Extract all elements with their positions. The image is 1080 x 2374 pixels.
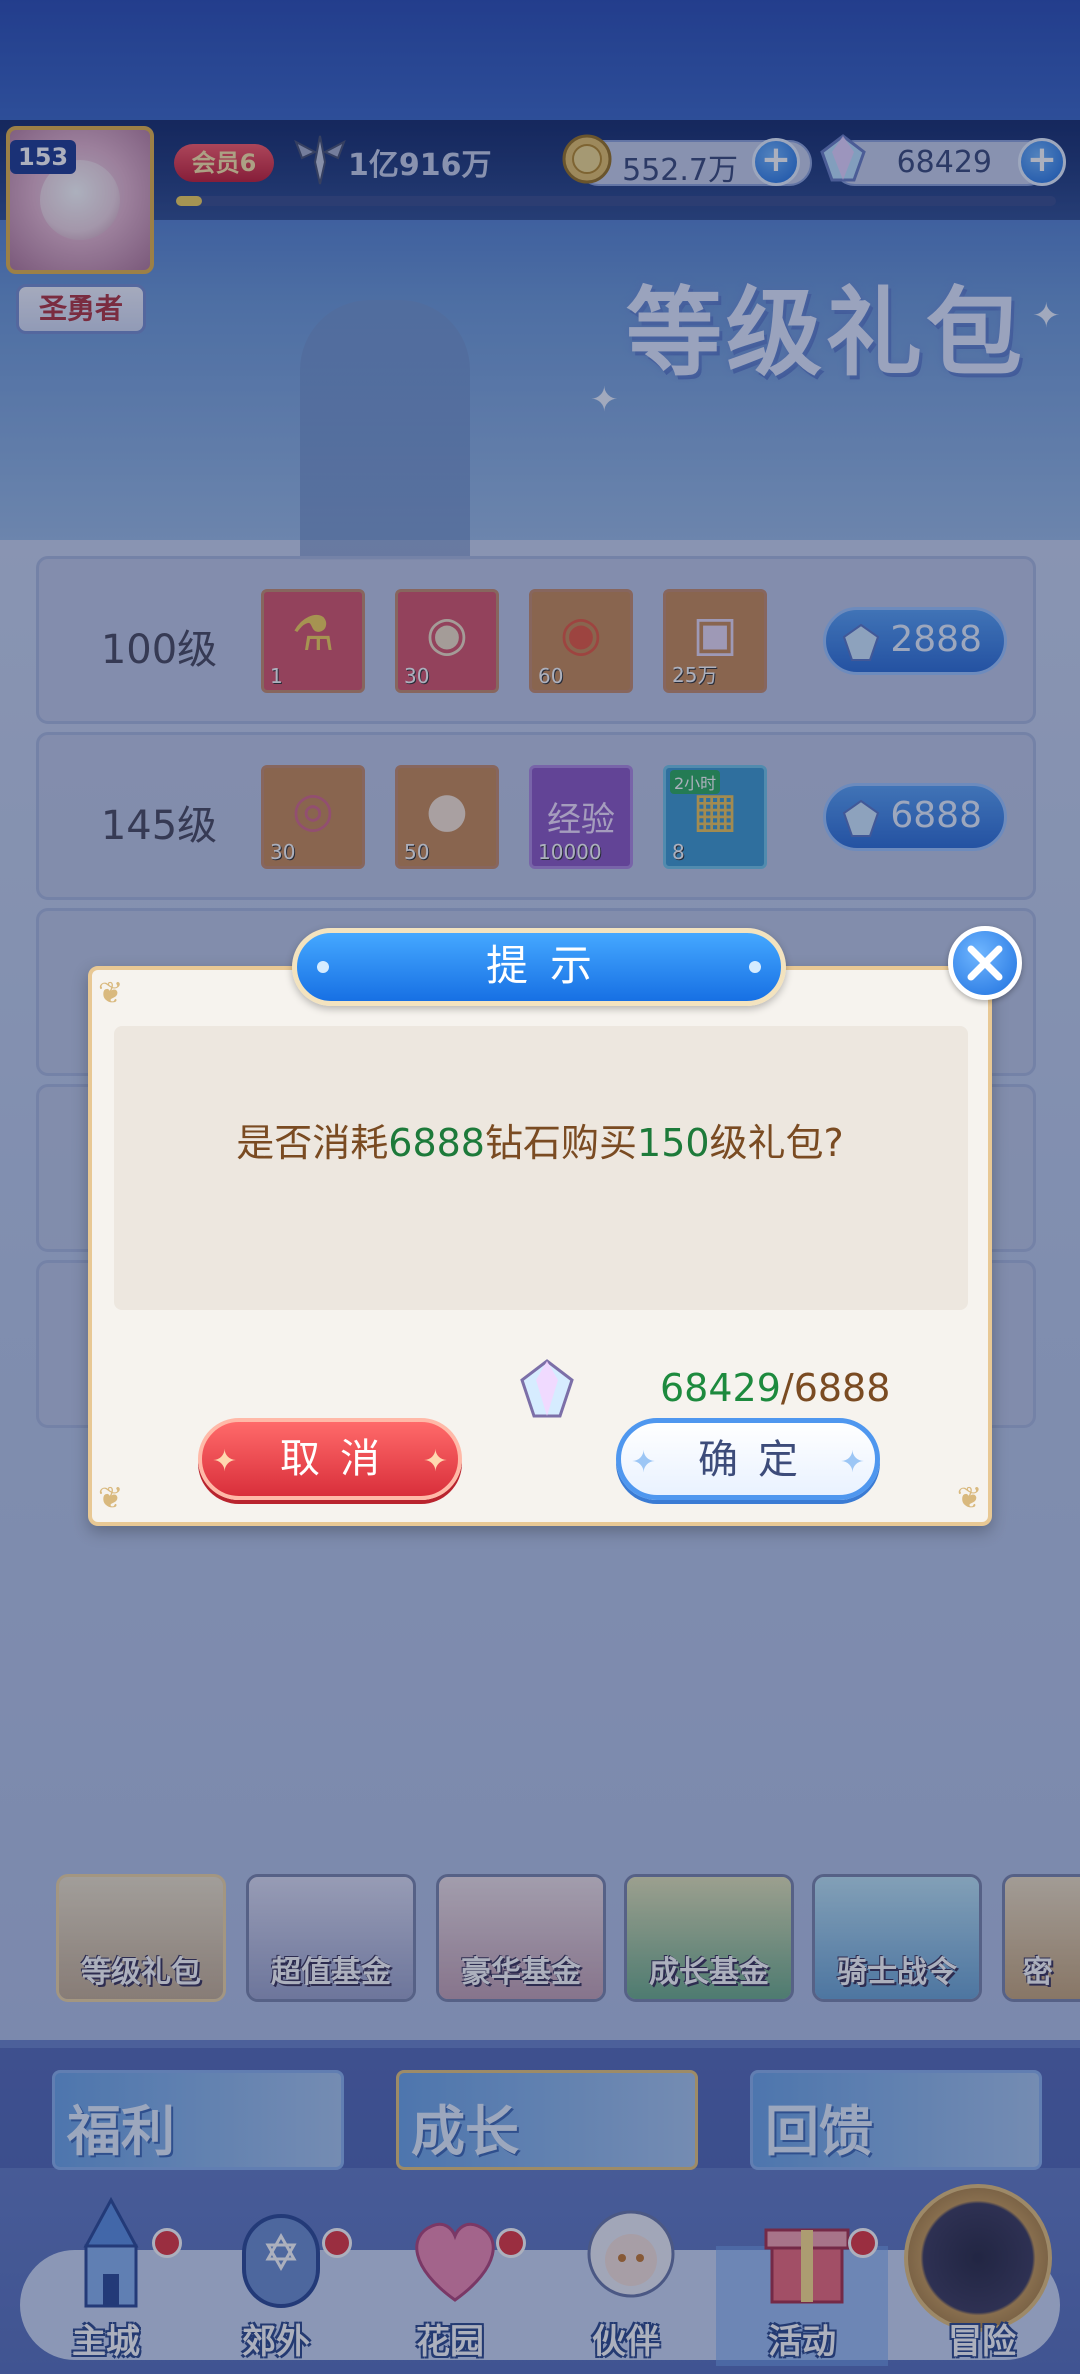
diamond-cost-readout: 68429/6888: [660, 1366, 890, 1410]
message-amount: 6888: [388, 1121, 485, 1165]
dialog-content-panel: [114, 1026, 968, 1310]
cancel-label: 取消: [280, 1436, 400, 1482]
dialog-title-bar: 提示: [292, 928, 786, 1006]
dialog-title: 提示: [485, 941, 614, 990]
diamond-icon: [520, 1359, 574, 1418]
diamonds-owned: 68429: [660, 1366, 781, 1410]
corner-ornament-icon: ❦: [98, 976, 124, 1011]
message-mid: 钻石购买: [485, 1121, 638, 1165]
confirm-label: 确定: [698, 1437, 818, 1483]
message-prefix: 是否消耗: [236, 1121, 389, 1165]
diamonds-required: /6888: [780, 1366, 891, 1410]
message-suffix: 级礼包?: [709, 1121, 844, 1165]
confirm-button[interactable]: ✦ ✦ 确定: [616, 1418, 880, 1500]
close-button[interactable]: [948, 926, 1022, 1000]
dialog-message: 是否消耗6888钻石购买150级礼包?: [88, 1112, 992, 1167]
corner-ornament-icon: ❦: [98, 1481, 124, 1516]
screen: 等级礼包 ✦ ✦ 153 圣勇者 会员6 1亿916万 552.7万 + 684…: [0, 0, 1080, 2374]
corner-ornament-icon: ❦: [956, 1481, 982, 1516]
close-icon: [967, 945, 1003, 981]
message-level: 150: [637, 1121, 710, 1165]
cancel-button[interactable]: ✦ ✦ 取消: [198, 1418, 462, 1500]
